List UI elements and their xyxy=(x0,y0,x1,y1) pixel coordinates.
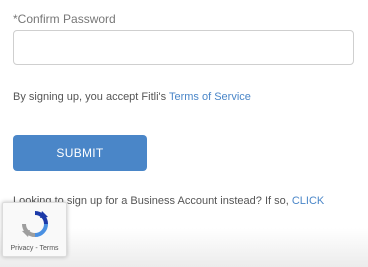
signup-form-page: *Confirm Password By signing up, you acc… xyxy=(0,0,368,267)
recaptcha-privacy-link[interactable]: Privacy xyxy=(10,245,33,252)
confirm-password-label: *Confirm Password xyxy=(13,12,116,26)
recaptcha-logo-icon xyxy=(22,211,48,237)
recaptcha-badge[interactable]: Privacy - Terms xyxy=(2,202,67,257)
terms-notice: By signing up, you accept Fitli's Terms … xyxy=(13,91,251,103)
submit-button[interactable]: SUBMIT xyxy=(13,135,147,171)
terms-prefix-text: By signing up, you accept Fitli's xyxy=(13,91,169,103)
terms-of-service-link[interactable]: Terms of Service xyxy=(169,91,251,103)
recaptcha-links: Privacy - Terms xyxy=(3,245,66,252)
confirm-password-input[interactable] xyxy=(13,30,354,65)
recaptcha-terms-link[interactable]: Terms xyxy=(40,245,59,252)
